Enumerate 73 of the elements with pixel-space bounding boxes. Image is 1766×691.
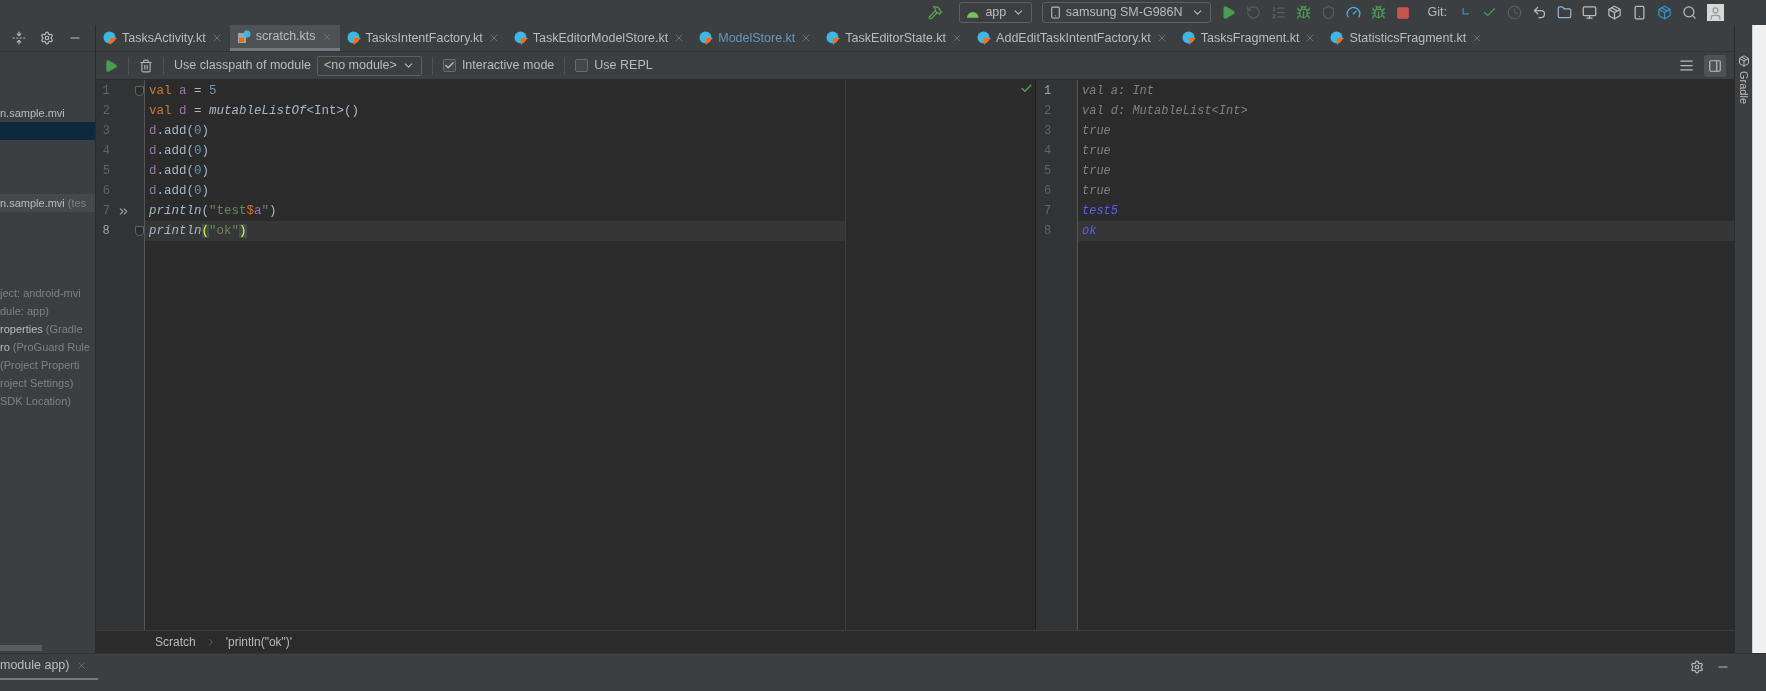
project-tree-item[interactable]: roperties (Gradle: [0, 320, 95, 338]
line-number: 8: [101, 223, 110, 240]
run-icon[interactable]: [104, 58, 118, 73]
stop-icon[interactable]: [1395, 5, 1410, 20]
editor-tab[interactable]: TasksIntentFactory.kt: [339, 25, 507, 51]
kotlin-file-icon: [1181, 31, 1196, 45]
scrollbar[interactable]: [0, 645, 42, 651]
editor-tab[interactable]: TaskEditorModelStore.kt: [506, 25, 693, 51]
rollback-icon[interactable]: [1532, 5, 1547, 20]
kotlin-file-icon: [346, 31, 361, 45]
phone-icon: [1048, 6, 1062, 19]
git-label: Git:: [1427, 4, 1447, 22]
settings-icon[interactable]: [1690, 660, 1704, 674]
code-line: println("test$a"): [148, 203, 278, 220]
module-label: Use classpath of module: [174, 57, 311, 75]
kotlin-file-icon: [513, 31, 528, 45]
code-line: d.add(0): [148, 143, 211, 160]
code-line: d.add(0): [148, 183, 211, 200]
kotlin-file-icon: [699, 31, 714, 45]
project-tree-item[interactable]: n.sample.mvi (tes: [0, 194, 95, 212]
editor-tab[interactable]: TasksActivity.kt: [96, 25, 230, 51]
checkbox-label: Use REPL: [594, 57, 653, 75]
gradle-tab[interactable]: Gradle: [1735, 71, 1752, 105]
code-line: val a = 5: [148, 83, 218, 100]
kotlin-file-icon: [1330, 31, 1345, 45]
profile-icon[interactable]: [1345, 5, 1361, 20]
breadcrumb-item[interactable]: Scratch: [155, 633, 196, 651]
editor-tab[interactable]: StatisticsFragment.kt: [1323, 25, 1491, 51]
settings-icon[interactable]: [40, 31, 54, 45]
run-icon[interactable]: [1220, 5, 1236, 20]
project-tree-item[interactable]: ro (ProGuard Rule: [0, 338, 95, 356]
panels-icon: [1708, 58, 1722, 73]
project-structure-icon[interactable]: [1557, 5, 1572, 20]
project-tree-item[interactable]: n.sample.mvi: [0, 104, 95, 122]
editor-tab[interactable]: AddEditTaskIntentFactory.kt: [970, 25, 1175, 51]
close-icon[interactable]: [75, 660, 87, 671]
gradle-icon[interactable]: [1737, 55, 1750, 67]
device-dropdown[interactable]: samsung SM-G986N: [1041, 2, 1211, 23]
scratch-file-icon: [236, 29, 251, 44]
collapse-all-icon[interactable]: [12, 31, 26, 45]
rerun-icon[interactable]: [1245, 5, 1261, 20]
device-manager-icon[interactable]: [1582, 5, 1597, 20]
editor-tab[interactable]: TasksFragment.kt: [1174, 25, 1324, 51]
breadcrumb-item[interactable]: 'println("ok")': [225, 633, 293, 651]
clear-icon[interactable]: [139, 58, 153, 73]
debug-icon[interactable]: [1295, 5, 1311, 20]
build-icon[interactable]: [927, 5, 943, 20]
avd-manager-icon[interactable]: [1632, 5, 1647, 20]
attach-debugger-icon[interactable]: [1370, 5, 1386, 20]
avatar[interactable]: [1707, 4, 1724, 21]
editor-tab[interactable]: ModelStore.kt: [692, 25, 820, 51]
kotlin-file-icon: [977, 31, 992, 45]
editor-tab[interactable]: TaskEditorState.kt: [819, 25, 971, 51]
kotlin-file-icon: [826, 31, 841, 45]
kotlin-file-icon: [103, 31, 117, 45]
no-problems-icon: [1020, 82, 1033, 95]
side-by-side-layout-button[interactable]: [1704, 54, 1726, 77]
simple-layout-icon[interactable]: [1679, 58, 1694, 73]
search-icon[interactable]: [1682, 5, 1697, 20]
person-icon: [1708, 6, 1723, 21]
history-icon[interactable]: [1507, 5, 1522, 20]
checkbox-label: Interactive mode: [461, 57, 555, 75]
editor-tab[interactable]: scratch.kts: [229, 25, 340, 51]
checkbox[interactable]: [442, 59, 456, 72]
code-line: val d = mutableListOf<Int>(): [148, 103, 361, 120]
code-line: d.add(0): [148, 163, 211, 180]
run-config-dropdown[interactable]: app: [958, 2, 1032, 23]
fold-icon[interactable]: [135, 226, 144, 236]
module-dropdown[interactable]: <no module>: [316, 55, 422, 76]
fold-icon[interactable]: [135, 86, 144, 96]
checkbox[interactable]: [575, 59, 589, 72]
line-number: 1: [1043, 83, 1053, 100]
code-line: d.add(0): [148, 123, 211, 140]
